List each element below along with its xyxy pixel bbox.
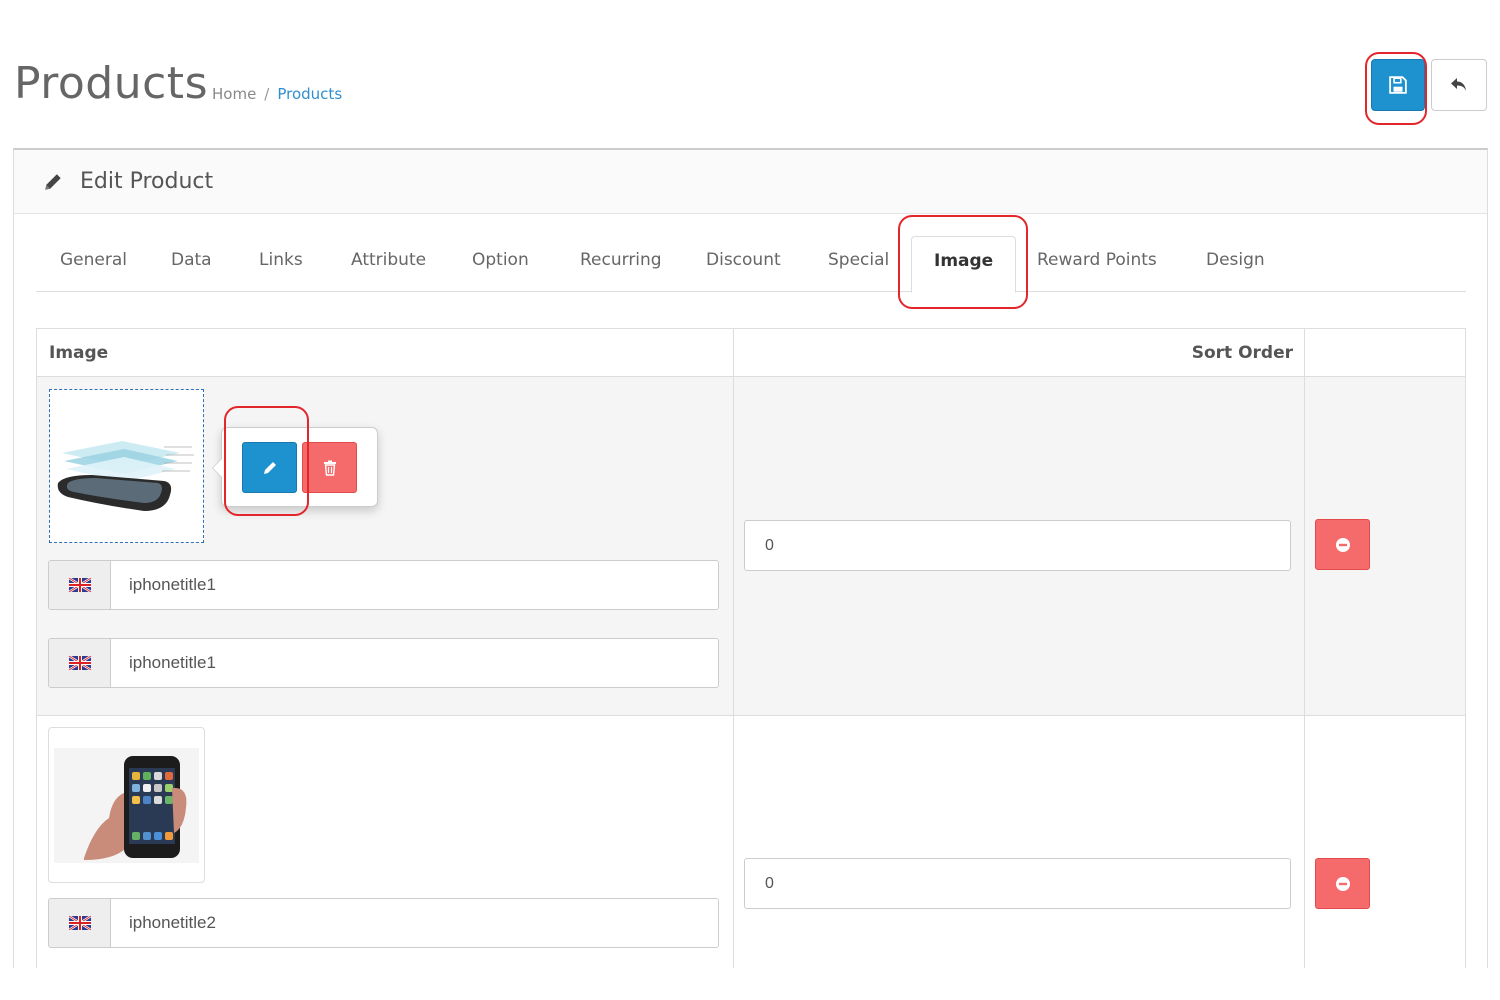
tab-image[interactable]: Image	[911, 236, 1017, 293]
image-title-input[interactable]	[111, 639, 718, 687]
panel-title: Edit Product	[80, 169, 214, 194]
image-title-input[interactable]	[111, 899, 718, 947]
sort-order-input[interactable]	[744, 858, 1291, 909]
image-thumbnail[interactable]	[49, 389, 204, 543]
tab-reward-points[interactable]: Reward Points	[1037, 250, 1157, 270]
product-tabs: General Data Links Attribute Option Recu…	[36, 236, 1466, 293]
tab-discount[interactable]: Discount	[706, 250, 781, 270]
tab-attribute[interactable]: Attribute	[351, 250, 426, 270]
breadcrumb-products[interactable]: Products	[277, 85, 342, 103]
tab-general[interactable]: General	[60, 250, 127, 270]
tab-links[interactable]: Links	[259, 250, 303, 270]
sort-order-input[interactable]	[744, 520, 1291, 571]
edit-image-button[interactable]	[242, 442, 297, 493]
pencil-icon	[263, 461, 276, 474]
column-header-image: Image	[49, 343, 109, 363]
tab-design[interactable]: Design	[1206, 250, 1265, 270]
save-button[interactable]	[1371, 59, 1425, 111]
iphone-exploded-view-image	[57, 441, 194, 511]
column-header-sort-order: Sort Order	[1191, 343, 1293, 363]
column-divider	[733, 329, 734, 968]
language-flag-icon	[49, 561, 111, 609]
pencil-icon	[45, 173, 61, 190]
image-thumbnail[interactable]	[48, 727, 205, 883]
image-title-input[interactable]	[111, 561, 718, 609]
trash-icon	[323, 460, 336, 476]
back-button[interactable]	[1431, 59, 1487, 111]
breadcrumb: Home / Products	[212, 85, 342, 103]
tab-special[interactable]: Special	[828, 250, 889, 270]
page-title: Products	[14, 58, 208, 109]
panel-heading: Edit Product	[14, 150, 1487, 214]
image-title-field	[48, 898, 719, 948]
image-action-popover	[212, 427, 378, 507]
tab-data[interactable]: Data	[171, 250, 212, 270]
tab-option[interactable]: Option	[472, 250, 529, 270]
delete-image-button[interactable]	[302, 442, 357, 493]
language-flag-icon	[49, 639, 111, 687]
image-title-field	[48, 638, 719, 688]
tab-recurring[interactable]: Recurring	[580, 250, 662, 270]
table-header: Image Sort Order	[37, 329, 1465, 377]
image-title-field	[48, 560, 719, 610]
remove-image-button[interactable]	[1315, 858, 1370, 909]
popover-arrow	[212, 458, 222, 478]
iphone-in-hand-image	[54, 747, 199, 863]
breadcrumb-separator: /	[264, 85, 270, 103]
minus-circle-icon	[1335, 876, 1350, 891]
floppy-disk-icon	[1389, 76, 1407, 94]
breadcrumb-home[interactable]: Home	[212, 85, 256, 103]
minus-circle-icon	[1335, 537, 1350, 552]
remove-image-button[interactable]	[1315, 519, 1370, 570]
column-divider	[1304, 329, 1305, 968]
reply-arrow-icon	[1451, 78, 1466, 91]
language-flag-icon	[49, 899, 111, 947]
